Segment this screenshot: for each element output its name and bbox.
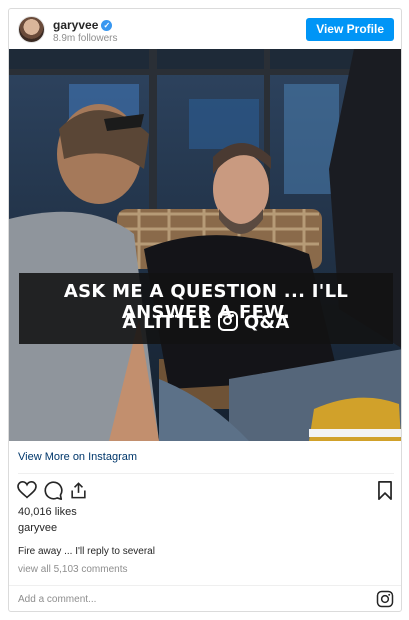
photo-illustration — [9, 49, 401, 441]
view-profile-button[interactable]: View Profile — [306, 18, 394, 41]
share-icon[interactable] — [69, 481, 88, 505]
view-more-link[interactable]: View More on Instagram — [18, 451, 137, 463]
photo-text-banner: ASK ME A QUESTION ... I'LL ANSWER A FEW.… — [19, 273, 393, 344]
bookmark-icon[interactable] — [377, 481, 393, 505]
heart-icon[interactable] — [17, 480, 37, 504]
caption-username[interactable]: garyvee — [18, 522, 57, 534]
followers-count: 8.9m followers — [53, 33, 118, 44]
comment-icon[interactable] — [43, 481, 63, 505]
add-comment-input[interactable]: Add a comment... — [18, 594, 96, 605]
verified-badge-icon: ✓ — [101, 19, 113, 31]
view-comments-link[interactable]: view all 5,103 comments — [18, 564, 128, 575]
divider — [18, 473, 394, 474]
likes-count[interactable]: 40,016 likes — [18, 506, 77, 518]
username[interactable]: garyvee — [53, 18, 98, 32]
divider — [9, 585, 401, 586]
instagram-embed-card: garyvee ✓ 8.9m followers View Profile AS… — [8, 8, 402, 612]
instagram-logo-icon[interactable] — [376, 590, 394, 611]
post-image[interactable]: ASK ME A QUESTION ... I'LL ANSWER A FEW.… — [9, 49, 401, 441]
username-row[interactable]: garyvee ✓ — [53, 18, 113, 32]
post-header: garyvee ✓ 8.9m followers View Profile — [9, 9, 401, 49]
banner-line-2: A LITTLE Q&A — [19, 311, 393, 333]
avatar[interactable] — [18, 16, 45, 43]
post-caption: Fire away ... I'll reply to several — [18, 546, 155, 557]
banner-line-2-right: Q&A — [243, 312, 290, 333]
banner-line-2-left: A LITTLE — [122, 312, 212, 333]
instagram-icon — [217, 311, 238, 331]
action-bar — [9, 479, 401, 501]
